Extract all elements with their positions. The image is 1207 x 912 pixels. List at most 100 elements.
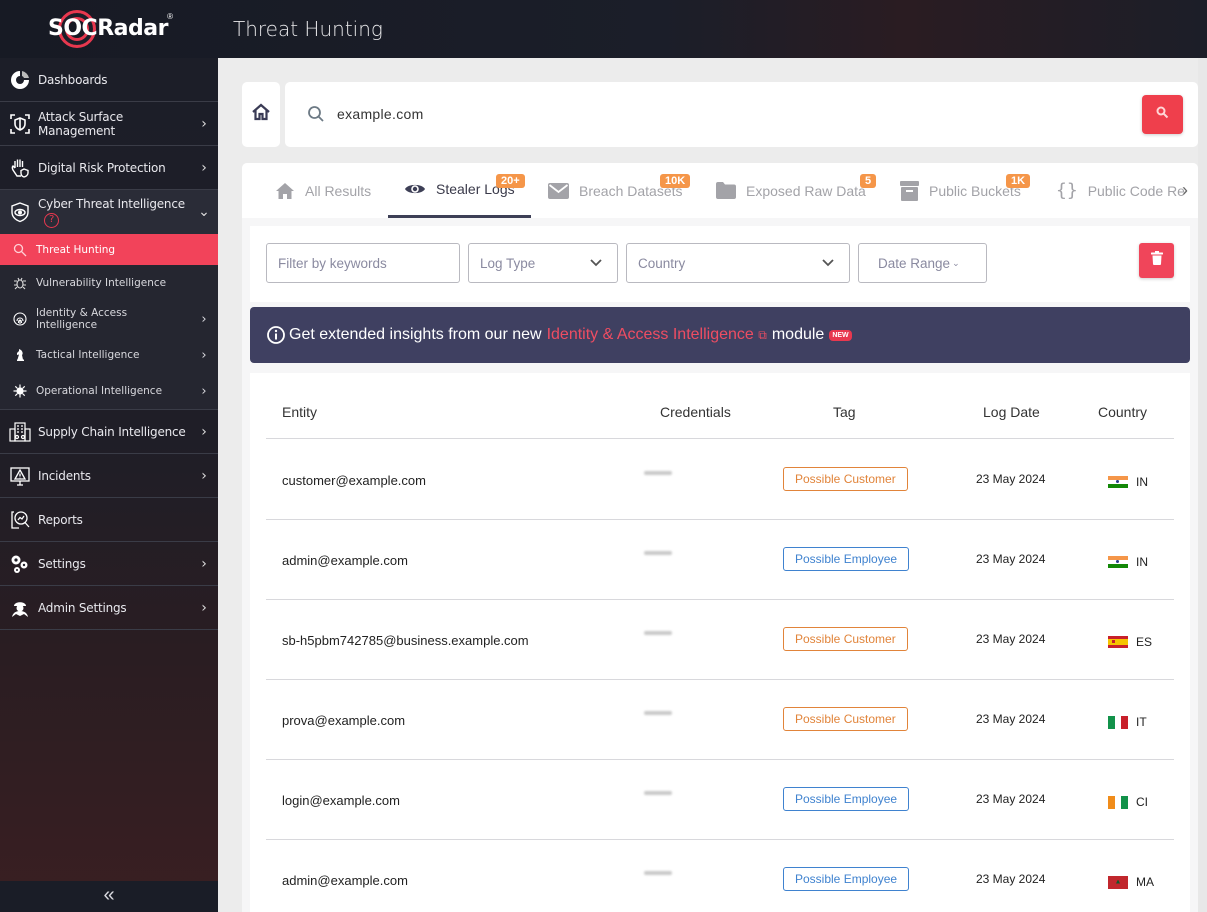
- column-header-tag[interactable]: Tag: [833, 404, 856, 420]
- mail-icon: [548, 182, 569, 199]
- table-row[interactable]: customer@example.com Possible Customer 23 …: [266, 440, 1174, 520]
- sidebar-subitem-label: Identity & Access Intelligence: [36, 307, 128, 331]
- keyword-filter[interactable]: [266, 243, 460, 283]
- credentials-masked[interactable]: [644, 871, 672, 875]
- tag-badge: Possible Customer: [783, 467, 908, 491]
- country-cell: CI: [1108, 795, 1148, 809]
- virus-icon: [0, 384, 36, 398]
- promo-banner: Get extended insights from our new Ident…: [250, 307, 1190, 363]
- sidebar-subitem-vulnerability[interactable]: Vulnerability Intelligence: [0, 265, 218, 301]
- credentials-masked[interactable]: [644, 551, 672, 555]
- building-icon: [0, 421, 38, 443]
- credentials-masked[interactable]: [644, 791, 672, 795]
- tab-public-code-repos[interactable]: {} Public Code Re: [1056, 163, 1185, 218]
- tab-label: Public Code Re: [1087, 182, 1185, 199]
- sidebar-subitem-label: Tactical Intelligence: [36, 349, 140, 361]
- column-header-country[interactable]: Country: [1098, 404, 1147, 420]
- page-scrollbar[interactable]: [1198, 58, 1207, 912]
- sidebar-item-label: Reports: [38, 512, 83, 527]
- credentials-masked[interactable]: [644, 471, 672, 475]
- tag-badge: Possible Employee: [783, 787, 910, 811]
- home-button[interactable]: [242, 82, 280, 147]
- sidebar-item-settings[interactable]: Settings ›: [0, 542, 218, 586]
- home-icon: [275, 182, 295, 200]
- result-tabs: All Results Stealer Logs 20+ Breach Data…: [242, 163, 1198, 218]
- table-row[interactable]: prova@example.com Possible Customer 23 May…: [266, 680, 1174, 760]
- dashboard-icon: [0, 69, 38, 91]
- sidebar-subitem-threat-hunting[interactable]: Threat Hunting: [0, 234, 218, 265]
- column-header-log-date[interactable]: Log Date: [983, 404, 1040, 420]
- entity-cell[interactable]: login@example.com: [282, 793, 400, 808]
- sidebar-item-label: Attack Surface Management: [38, 109, 124, 138]
- search-submit-button[interactable]: [1142, 95, 1183, 134]
- date-range-label: Date Range: [878, 255, 951, 271]
- sidebar-item-label: Supply Chain Intelligence: [38, 424, 186, 439]
- identity-access-link[interactable]: Identity & Access Intelligence ⧉: [547, 326, 767, 344]
- brand-name: SOCRadar: [48, 16, 168, 41]
- log-type-label: Log Type: [480, 255, 536, 271]
- log-type-select[interactable]: Log Type: [468, 243, 618, 283]
- entity-cell[interactable]: sb-h5pbm742785@business.example.com: [282, 633, 529, 648]
- country-cell: IN: [1108, 475, 1148, 489]
- info-icon: [267, 326, 285, 344]
- search-icon: [307, 105, 325, 128]
- credentials-masked[interactable]: [644, 631, 672, 635]
- table-row[interactable]: sb-h5pbm742785@business.example.com Possi…: [266, 600, 1174, 680]
- country-code: CI: [1136, 795, 1148, 809]
- external-link-icon: ⧉: [758, 328, 767, 342]
- collapse-sidebar-button[interactable]: «: [0, 881, 218, 912]
- sidebar-item-admin-settings[interactable]: Admin Settings ›: [0, 586, 218, 630]
- log-date-cell: 23 May 2024: [976, 472, 1046, 486]
- credentials-masked[interactable]: [644, 711, 672, 715]
- date-range-select[interactable]: Date Range ⌄: [858, 243, 987, 283]
- sidebar-subitem-tactical[interactable]: Tactical Intelligence ›: [0, 337, 218, 373]
- country-code: MA: [1136, 875, 1154, 889]
- help-icon[interactable]: ?: [44, 212, 59, 228]
- tab-stealer-logs[interactable]: Stealer Logs 20+: [388, 163, 531, 218]
- tab-all-results[interactable]: All Results: [275, 163, 371, 218]
- entity-cell[interactable]: customer@example.com: [282, 473, 426, 488]
- tabs-scroll-right-button[interactable]: ›: [1182, 180, 1188, 201]
- sidebar-item-supply-chain[interactable]: Supply Chain Intelligence ›: [0, 410, 218, 454]
- chevron-right-icon: ›: [201, 423, 207, 440]
- tag-badge: Possible Employee: [783, 867, 910, 891]
- search-input[interactable]: [337, 102, 1117, 126]
- sidebar-subitem-identity-access[interactable]: Identity & Access Intelligence ›: [0, 301, 218, 337]
- country-cell: IT: [1108, 715, 1147, 729]
- sidebar-item-digital-risk[interactable]: Digital Risk Protection ›: [0, 146, 218, 190]
- flag-in-icon: [1108, 475, 1128, 489]
- country-select[interactable]: Country: [626, 243, 850, 283]
- tab-exposed-raw-data[interactable]: Exposed Raw Data 5: [716, 163, 877, 218]
- entity-cell[interactable]: admin@example.com: [282, 553, 408, 568]
- flag-in-icon: [1108, 555, 1128, 569]
- table-row[interactable]: admin@example.com Possible Employee 23 May…: [266, 840, 1174, 912]
- log-date-cell: 23 May 2024: [976, 552, 1046, 566]
- bug-icon: [0, 276, 36, 290]
- sidebar-item-reports[interactable]: Reports: [0, 498, 218, 542]
- tab-public-buckets[interactable]: Public Buckets 1K: [900, 163, 1031, 218]
- tab-breach-datasets[interactable]: Breach Datasets 10K: [548, 163, 691, 218]
- folder-icon: [716, 182, 736, 199]
- column-header-credentials[interactable]: Credentials: [660, 404, 731, 420]
- country-cell: MA: [1108, 875, 1154, 889]
- registered-mark: ®: [167, 12, 173, 21]
- column-header-entity[interactable]: Entity: [282, 404, 317, 420]
- table-row[interactable]: login@example.com Possible Employee 23 May…: [266, 760, 1174, 840]
- tab-label: All Results: [305, 182, 372, 199]
- count-badge: 10K: [660, 174, 691, 188]
- entity-cell[interactable]: prova@example.com: [282, 713, 405, 728]
- sidebar-item-dashboards[interactable]: Dashboards: [0, 58, 218, 102]
- sidebar-subitem-label: Vulnerability Intelligence: [36, 277, 167, 289]
- country-label: Country: [638, 255, 686, 271]
- clear-filters-button[interactable]: [1139, 243, 1174, 278]
- country-cell: IN: [1108, 555, 1148, 569]
- sidebar-subitem-operational[interactable]: Operational Intelligence ›: [0, 373, 218, 409]
- keyword-filter-input[interactable]: [278, 255, 448, 271]
- sidebar-item-attack-surface[interactable]: Attack Surface Management ›: [0, 102, 218, 146]
- table-row[interactable]: admin@example.com Possible Employee 23 May…: [266, 520, 1174, 600]
- sidebar-item-incidents[interactable]: Incidents ›: [0, 454, 218, 498]
- chevron-right-icon: ›: [201, 555, 207, 572]
- sidebar-item-cyber-threat-intelligence[interactable]: Cyber Threat Intelligence? ⌄: [0, 190, 218, 234]
- entity-cell[interactable]: admin@example.com: [282, 873, 408, 888]
- socradar-logo[interactable]: SOCRadar ®: [48, 10, 173, 48]
